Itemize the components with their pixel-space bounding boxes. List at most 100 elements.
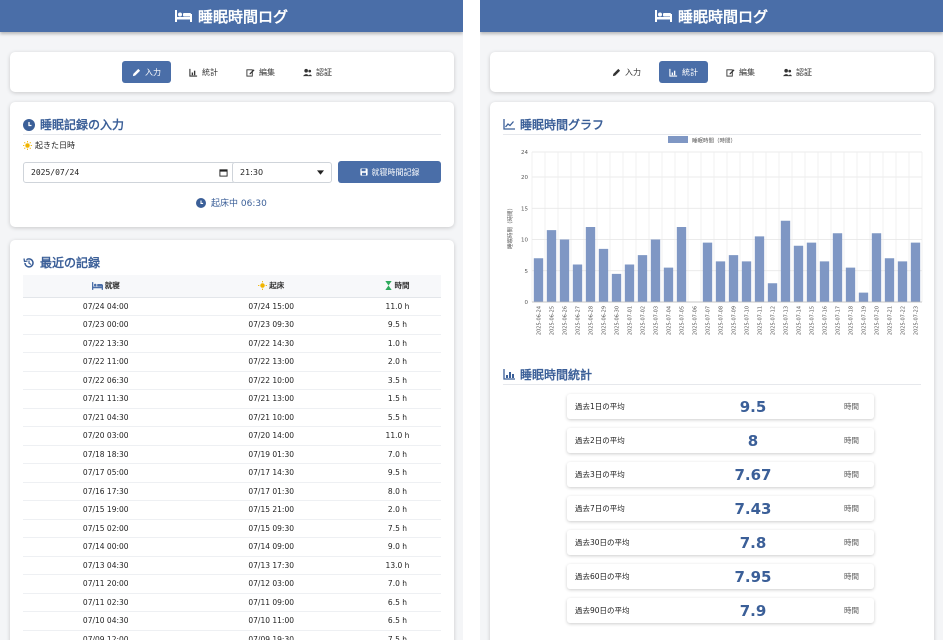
sleep-bar-chart: 睡眠時間（時間） 0 5 10 15 20 24 睡眠時間（時間） 2025-06-24 2025… [506, 136, 923, 335]
cell-duration: 1.0 h [353, 334, 441, 353]
x-tick-label: 2025-07-21 [887, 306, 893, 335]
bar [793, 245, 804, 302]
tab-stats[interactable]: 統計 [659, 61, 708, 83]
tab-input[interactable]: 入力 [602, 61, 651, 83]
cell-bedtime: 07/22 06:30 [23, 371, 189, 390]
table-row: 07/13 04:30 07/13 17:30 13.0 h [23, 556, 441, 575]
cell-bedtime: 07/21 11:30 [23, 389, 189, 409]
divider [23, 134, 441, 135]
bar-chart-icon [189, 68, 198, 77]
stat-row: 過去30日の平均 7.8 時間 [567, 530, 874, 555]
tab-stats[interactable]: 統計 [179, 61, 228, 83]
card-title-text: 睡眠時間グラフ [520, 118, 605, 132]
edit-icon [246, 68, 255, 77]
column-header-bedtime: 就寝 [23, 275, 189, 298]
stat-value: 7.67 [734, 465, 772, 484]
bar [780, 220, 791, 302]
legend-label: 睡眠時間（時間） [692, 137, 736, 145]
table-row: 07/24 04:00 07/24 15:00 11.0 h [23, 297, 441, 316]
cell-duration: 13.0 h [353, 556, 441, 575]
bed-icon [654, 10, 672, 22]
hourglass-icon [385, 280, 393, 290]
cell-duration: 5.5 h [353, 408, 441, 427]
tab-edit[interactable]: 編集 [236, 61, 285, 83]
stat-label: 過去1日の平均 [575, 402, 625, 411]
stat-unit: 時間 [844, 470, 859, 479]
cell-duration: 7.5 h [353, 519, 441, 538]
save-icon [359, 168, 368, 176]
cell-wake: 07/11 09:00 [188, 593, 354, 612]
cell-bedtime: 07/23 00:00 [23, 315, 189, 335]
users-icon [783, 68, 792, 76]
records-table: 就寝 起床 時間 07/24 04:00 07/24 15:00 11.0 h 07/… [23, 275, 441, 640]
y-tick-label: 0 [525, 300, 529, 306]
x-tick-label: 2025-07-02 [640, 306, 646, 335]
stats-card-title: 睡眠時間統計 [490, 352, 592, 383]
x-tick-label: 2025-07-16 [822, 306, 828, 335]
input-card-title: 睡眠記録の入力 [10, 102, 454, 133]
cell-bedtime: 07/17 05:00 [23, 463, 189, 483]
cell-wake: 07/12 03:00 [188, 574, 354, 594]
table-header-row: 就寝 起床 時間 [23, 275, 441, 298]
table-row: 07/23 00:00 07/23 09:30 9.5 h [23, 315, 441, 335]
record-bedtime-button[interactable]: 就寝時間記録 [338, 161, 441, 183]
cell-bedtime: 07/24 04:00 [23, 297, 189, 316]
x-tick-label: 2025-06-28 [588, 306, 594, 335]
cell-wake: 07/24 15:00 [188, 297, 354, 316]
time-value: 21:30 [240, 168, 264, 177]
x-tick-label: 2025-07-14 [796, 306, 802, 335]
x-tick-label: 2025-07-07 [705, 306, 711, 335]
stat-value: 7.43 [734, 499, 772, 518]
status-indicator: 起床中 06:30 [196, 196, 267, 209]
app-header: 睡眠時間ログ [480, 0, 943, 32]
bar [715, 261, 726, 302]
cell-duration: 11.0 h [353, 426, 441, 446]
cell-bedtime: 07/15 02:00 [23, 519, 189, 538]
bar [598, 248, 609, 302]
tab-label: 統計 [682, 67, 698, 77]
cell-wake: 07/21 13:00 [188, 389, 354, 409]
table-row: 07/18 18:30 07/19 01:30 7.0 h [23, 445, 441, 464]
stat-value: 7.9 [739, 601, 767, 620]
cell-wake: 07/21 10:00 [188, 408, 354, 427]
tab-auth[interactable]: 認証 [773, 61, 822, 83]
cell-bedtime: 07/20 03:00 [23, 426, 189, 446]
bar [884, 258, 895, 302]
recent-card-title: 最近の記録 [10, 240, 454, 271]
stat-label: 過去90日の平均 [575, 606, 630, 615]
y-tick-label: 20 [521, 175, 528, 181]
table-row: 07/22 11:00 07/22 13:00 2.0 h [23, 352, 441, 372]
x-tick-label: 2025-07-19 [861, 306, 867, 335]
x-tick-label: 2025-07-18 [848, 306, 854, 335]
tab-input[interactable]: 入力 [122, 61, 171, 83]
bar [858, 292, 869, 302]
cell-duration: 11.0 h [353, 297, 441, 316]
cell-wake: 07/22 10:00 [188, 371, 354, 390]
date-input[interactable]: 2025/07/24 [23, 162, 236, 183]
cell-duration: 8.0 h [353, 482, 441, 501]
stat-value: 7.95 [734, 567, 772, 586]
input-card: 睡眠記録の入力 起きた日時 2025/07/24 21:30 就寝時間記録 起床… [10, 102, 454, 227]
cell-wake: 07/15 09:30 [188, 519, 354, 538]
table-row: 07/21 11:30 07/21 13:00 1.5 h [23, 389, 441, 409]
cell-bedtime: 07/18 18:30 [23, 445, 189, 464]
app-header: 睡眠時間ログ [0, 0, 463, 32]
bar [910, 242, 921, 302]
calendar-icon[interactable] [219, 168, 228, 177]
bar [754, 236, 765, 302]
table-row: 07/14 00:00 07/14 09:00 9.0 h [23, 537, 441, 557]
tab-edit[interactable]: 編集 [716, 61, 765, 83]
record-bedtime-label: 就寝時間記録 [371, 167, 420, 177]
tab-auth[interactable]: 認証 [293, 61, 342, 83]
bar [676, 227, 687, 302]
edit-icon [726, 68, 735, 77]
time-select[interactable]: 21:30 [232, 162, 332, 183]
bar [559, 239, 570, 302]
stat-label: 過去7日の平均 [575, 504, 625, 513]
x-tick-label: 2025-07-13 [783, 306, 789, 335]
cell-duration: 3.5 h [353, 371, 441, 390]
bar [767, 283, 778, 302]
x-tick-label: 2025-07-05 [679, 306, 685, 335]
date-value: 2025/07/24 [31, 168, 80, 177]
x-tick-label: 2025-07-09 [731, 306, 737, 335]
